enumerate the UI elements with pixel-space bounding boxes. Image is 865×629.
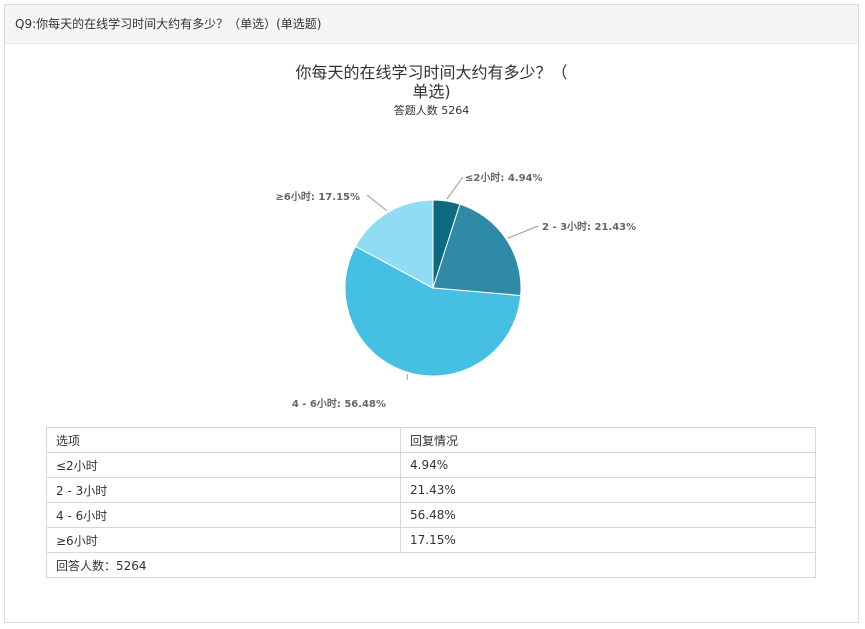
table-row: 4 - 6小时 56.48%: [46, 502, 816, 528]
question-panel: Q9:你每天的在线学习时间大约有多少？（单选）(单选题) 你每天的在线学习时间大…: [4, 4, 859, 623]
table-row: 2 - 3小时 21.43%: [46, 477, 816, 503]
percent-cell: 4.94%: [400, 452, 816, 478]
header-response: 回复情况: [400, 427, 816, 453]
data-label-4to6: 4 - 6小时: 56.48%: [292, 397, 386, 410]
table-header-row: 选项 回复情况: [46, 427, 816, 453]
data-label-le2: ≤2小时: 4.94%: [465, 171, 543, 184]
percent-cell: 21.43%: [400, 477, 816, 503]
table-row: ≤2小时 4.94%: [46, 452, 816, 478]
data-label-ge6: ≥6小时: 17.15%: [276, 190, 360, 203]
pie-chart: ≤2小时: 4.94% 2 - 3小时: 21.43% 4 - 6小时: 56.…: [276, 171, 637, 410]
table-row: ≥6小时 17.15%: [46, 527, 816, 553]
connector-slice-le2: [446, 176, 464, 200]
connector-slice-ge6: [366, 194, 388, 212]
option-cell: ≥6小时: [46, 527, 401, 553]
connector-slice-2to3: [507, 225, 539, 239]
header-option: 选项: [46, 427, 401, 453]
option-cell: ≤2小时: [46, 452, 401, 478]
data-label-2to3: 2 - 3小时: 21.43%: [542, 220, 636, 233]
percent-cell: 56.48%: [400, 502, 816, 528]
option-cell: 2 - 3小时: [46, 477, 401, 503]
option-cell: 4 - 6小时: [46, 502, 401, 528]
table-footer-row: 回答人数：5264: [46, 552, 816, 578]
results-table: 选项 回复情况 ≤2小时 4.94% 2 - 3小时 21.43% 4 - 6小…: [46, 427, 816, 578]
percent-cell: 17.15%: [400, 527, 816, 553]
total-respondents: 回答人数：5264: [46, 552, 816, 578]
pie-slices: [344, 199, 522, 377]
